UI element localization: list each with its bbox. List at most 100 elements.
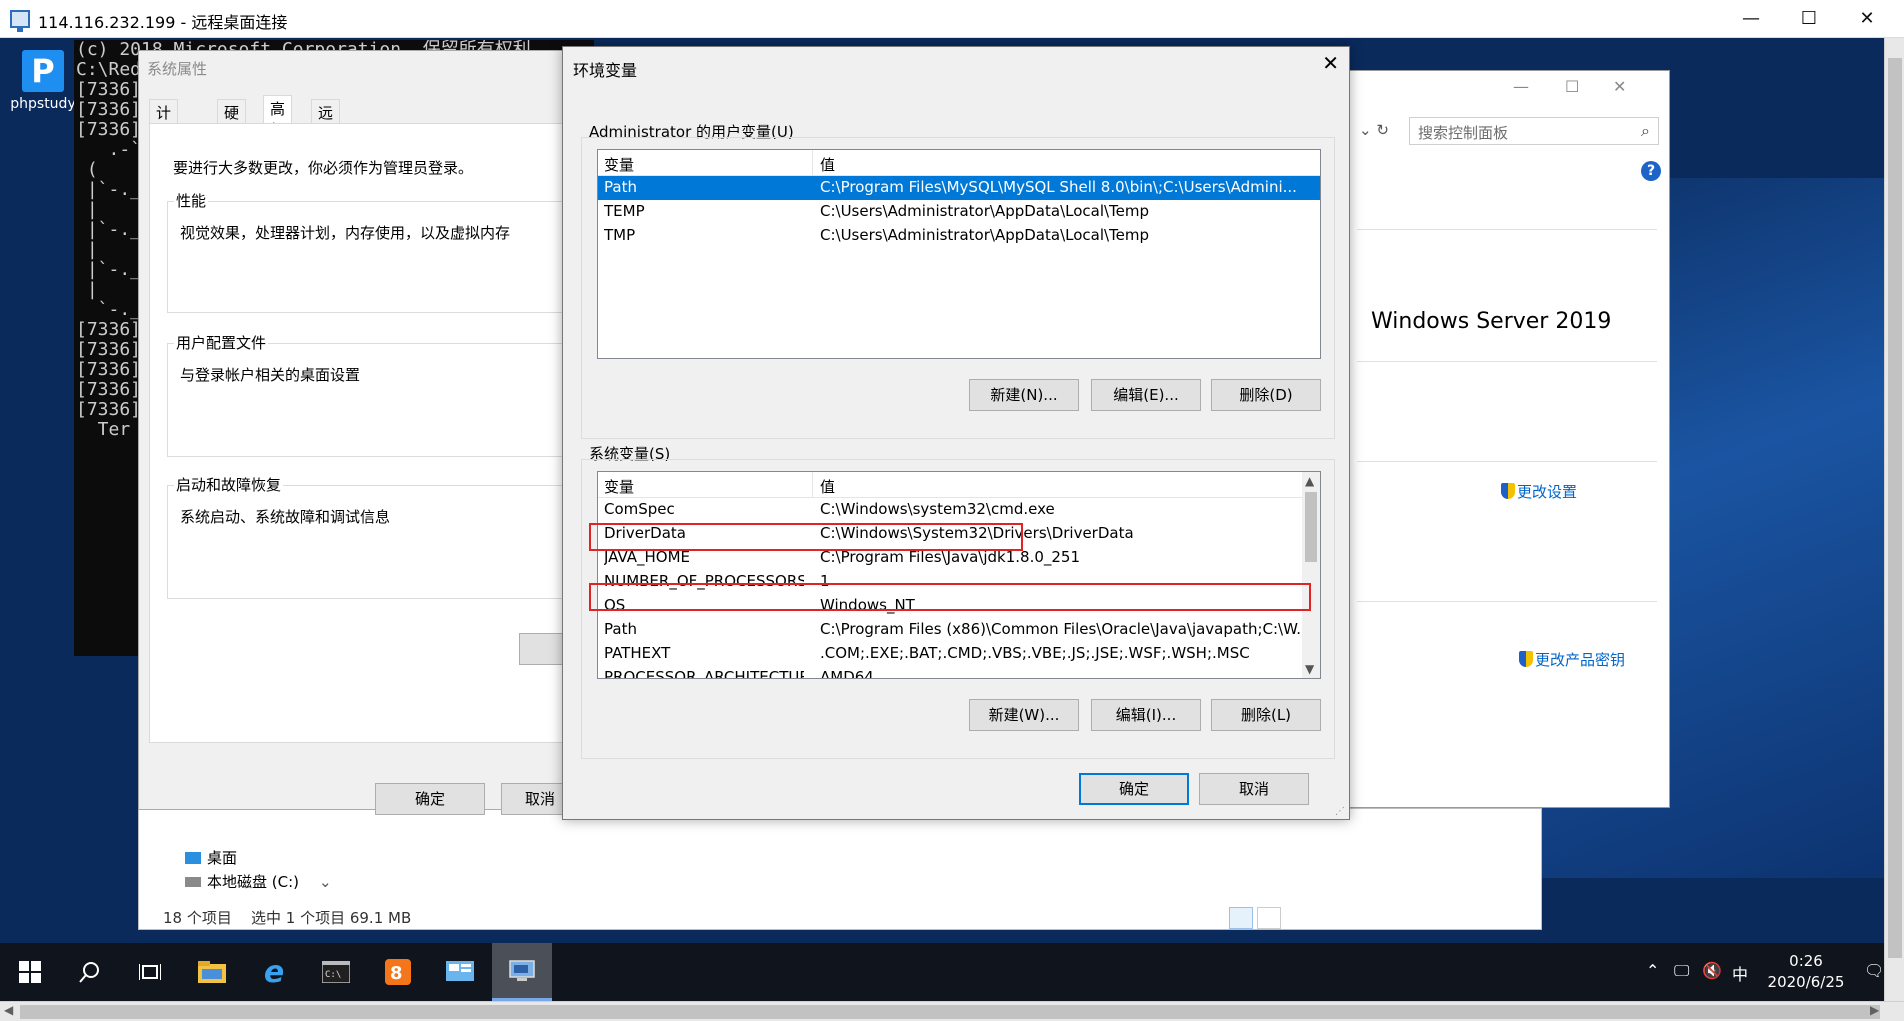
change-settings-link[interactable]: 更改设置	[1501, 481, 1577, 502]
scrollbar-thumb[interactable]	[1888, 58, 1902, 958]
rdp-vertical-scrollbar[interactable]	[1884, 38, 1904, 1001]
dialog-title: 环境变量	[573, 61, 638, 80]
maximize-icon[interactable]: ☐	[1565, 77, 1579, 96]
nav-item-local-disk[interactable]: 本地磁盘 (C:)	[185, 871, 299, 892]
system-edit-button[interactable]: 编辑(I)...	[1091, 699, 1201, 731]
taskbar-internet-explorer[interactable]: e	[244, 943, 304, 1001]
windows-edition: Windows Server 2019	[1371, 309, 1611, 334]
rdp-titlebar: 114.116.232.199 - 远程桌面连接 — ☐ ✕	[0, 0, 1904, 38]
change-key-label: 更改产品密钥	[1535, 651, 1626, 669]
divider	[1357, 229, 1657, 230]
close-icon[interactable]: ✕	[1322, 51, 1339, 75]
system-var-row[interactable]: PROCESSOR_ARCHITECTURE AMD64	[598, 666, 1320, 679]
uac-shield-icon	[1519, 651, 1533, 667]
clock-time: 0:26	[1789, 952, 1823, 970]
clock[interactable]: 0:26 2020/6/25	[1756, 951, 1856, 993]
minimize-icon[interactable]: —	[1513, 77, 1529, 96]
remote-desktop: P phpstudy (c) 2018 Microsoft Corporatio…	[0, 38, 1904, 1001]
taskbar-control-panel[interactable]	[430, 943, 490, 1001]
svg-text:8: 8	[390, 963, 403, 984]
column-header-name[interactable]: 变量	[604, 476, 634, 497]
column-divider	[812, 472, 813, 498]
notification-icon[interactable]: 🗨	[1864, 961, 1884, 980]
taskbar-file-explorer[interactable]	[182, 943, 242, 1001]
tab-hardware[interactable]: 硬件	[217, 99, 247, 143]
close-button[interactable]: ✕	[1838, 0, 1896, 38]
system-properties-icon	[509, 959, 535, 981]
search-button[interactable]	[60, 943, 120, 1001]
taskbar-xampp[interactable]: 8	[368, 943, 428, 1001]
group-performance: 性能 视觉效果，处理器计划，内存使用，以及虚拟内存	[167, 190, 587, 313]
phpstudy-desktop-icon[interactable]: P phpstudy	[10, 50, 76, 112]
search-input[interactable]: 搜索控制面板 ⌕	[1409, 117, 1659, 145]
nav-item-label: 本地磁盘 (C:)	[207, 873, 299, 891]
user-new-button[interactable]: 新建(N)...	[969, 379, 1079, 411]
nav-item-desktop[interactable]: 桌面	[185, 847, 237, 868]
group-title: 性能	[174, 190, 209, 211]
resize-grip-icon[interactable]: ⋰	[1335, 806, 1345, 817]
clock-date: 2020/6/25	[1767, 973, 1845, 991]
system-variables-list[interactable]: 变量 值 ComSpec C:\Windows\system32\cmd.exe…	[597, 471, 1321, 679]
user-var-row[interactable]: TEMP C:\Users\Administrator\AppData\Loca…	[598, 200, 1320, 224]
user-edit-button[interactable]: 编辑(E)...	[1091, 379, 1201, 411]
tab-remote[interactable]: 远程	[311, 99, 341, 143]
column-header-value[interactable]: 值	[820, 476, 835, 497]
command-prompt-icon: C:\	[322, 961, 350, 983]
chevron-down-icon[interactable]: ⌄	[319, 873, 332, 891]
refresh-icon[interactable]: ⌄ ↻	[1359, 121, 1389, 139]
system-new-button[interactable]: 新建(W)...	[969, 699, 1079, 731]
column-header-name[interactable]: 变量	[604, 154, 634, 175]
scroll-down-icon[interactable]: ▼	[1305, 662, 1314, 676]
system-delete-button[interactable]: 删除(L)	[1211, 699, 1321, 731]
close-icon[interactable]: ✕	[1613, 77, 1626, 96]
user-var-row[interactable]: Path C:\Program Files\MySQL\MySQL Shell …	[598, 176, 1320, 200]
svg-text:C:\: C:\	[325, 970, 341, 980]
large-icons-view-button[interactable]	[1257, 907, 1281, 929]
scroll-left-icon[interactable]: ◀	[4, 1003, 13, 1017]
tab-computer-name[interactable]: 计算机名	[149, 99, 179, 185]
internet-explorer-icon: e	[263, 954, 285, 990]
var-value: C:\Program Files\MySQL\MySQL Shell 8.0\b…	[820, 178, 1297, 196]
scrollbar-thumb[interactable]	[1305, 492, 1317, 562]
column-header-value[interactable]: 值	[820, 154, 835, 175]
user-delete-button[interactable]: 删除(D)	[1211, 379, 1321, 411]
var-value: AMD64	[820, 668, 874, 679]
input-method-indicator[interactable]: 中	[1732, 961, 1748, 985]
list-header: 变量 值	[598, 472, 1320, 498]
rdp-horizontal-scrollbar[interactable]: ◀ ▶	[0, 1001, 1904, 1021]
var-name: TEMP	[604, 202, 645, 220]
user-var-row[interactable]: TMP C:\Users\Administrator\AppData\Local…	[598, 224, 1320, 248]
search-icon: ⌕	[1641, 121, 1650, 140]
help-icon[interactable]: ?	[1641, 161, 1661, 181]
system-var-row[interactable]: PATHEXT .COM;.EXE;.BAT;.CMD;.VBS;.VBE;.J…	[598, 642, 1320, 666]
taskbar-system-properties[interactable]	[492, 943, 552, 1001]
cancel-button[interactable]: 取消	[1199, 773, 1309, 805]
minimize-button[interactable]: —	[1722, 0, 1780, 38]
system-var-row[interactable]: Path C:\Program Files (x86)\Common Files…	[598, 618, 1320, 642]
task-view-button[interactable]	[120, 943, 180, 1001]
scroll-up-icon[interactable]: ▲	[1305, 474, 1314, 488]
group-user-profiles: 用户配置文件 与登录帐户相关的桌面设置	[167, 332, 587, 457]
list-scrollbar[interactable]: ▲ ▼	[1302, 472, 1320, 678]
ok-button[interactable]: 确定	[1079, 773, 1189, 805]
dialog-title: 系统属性	[147, 60, 208, 78]
show-hidden-icons[interactable]: ⌃	[1646, 961, 1659, 980]
scroll-right-icon[interactable]: ▶	[1870, 1003, 1879, 1017]
details-view-button[interactable]	[1229, 907, 1253, 929]
start-button[interactable]	[0, 943, 60, 1001]
os-name: Windows Server	[1371, 309, 1549, 334]
maximize-button[interactable]: ☐	[1780, 0, 1838, 38]
system-var-row[interactable]: ComSpec C:\Windows\system32\cmd.exe	[598, 498, 1320, 522]
volume-muted-icon[interactable]: 🔇	[1702, 961, 1722, 980]
highlight-java-home	[589, 523, 1023, 551]
network-icon[interactable]: 🖵	[1674, 961, 1689, 981]
taskbar-cmd[interactable]: C:\	[306, 943, 366, 1001]
group-title: 启动和故障恢复	[174, 474, 284, 495]
change-product-key-link[interactable]: 更改产品密钥	[1519, 649, 1625, 670]
tab-advanced[interactable]: 高级	[263, 95, 293, 139]
scrollbar-thumb[interactable]	[20, 1005, 1880, 1019]
ok-button[interactable]: 确定	[375, 783, 485, 815]
divider	[1357, 361, 1657, 362]
var-value: C:\Users\Administrator\AppData\Local\Tem…	[820, 226, 1150, 244]
user-variables-list[interactable]: 变量 值 Path C:\Program Files\MySQL\MySQL S…	[597, 149, 1321, 359]
